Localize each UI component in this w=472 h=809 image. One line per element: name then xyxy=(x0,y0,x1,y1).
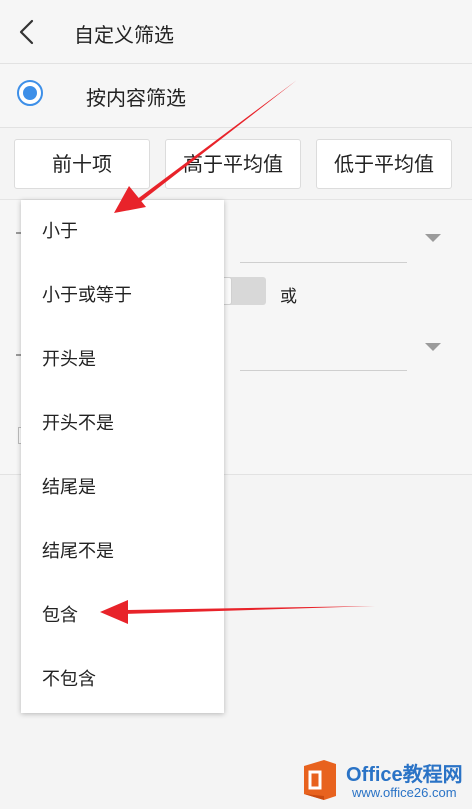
option-begins-with[interactable]: 开头是 xyxy=(21,328,224,392)
back-icon[interactable] xyxy=(14,18,42,46)
option-less-or-equal[interactable]: 小于或等于 xyxy=(21,264,224,328)
or-label: 或 xyxy=(280,287,297,307)
office-logo-icon xyxy=(304,760,336,800)
top-ten-button[interactable]: 前十项 xyxy=(14,139,150,189)
below-average-button[interactable]: 低于平均值 xyxy=(316,139,452,189)
option-not-begins-with[interactable]: 开头不是 xyxy=(21,392,224,456)
top-bar xyxy=(0,0,472,64)
filter-mode-row[interactable] xyxy=(0,64,472,128)
option-contains[interactable]: 包含 xyxy=(21,584,224,648)
watermark: Office教程网 www.office26.com xyxy=(300,756,466,804)
content-filter-label: 按内容筛选 xyxy=(86,86,186,110)
condition-dropdown: 小于 小于或等于 开头是 开头不是 结尾是 结尾不是 包含 不包含 xyxy=(21,200,224,713)
above-average-button[interactable]: 高于平均值 xyxy=(165,139,301,189)
option-not-contains[interactable]: 不包含 xyxy=(21,648,224,712)
option-ends-with[interactable]: 结尾是 xyxy=(21,456,224,520)
content-filter-radio[interactable] xyxy=(17,80,43,106)
option-not-ends-with[interactable]: 结尾不是 xyxy=(21,520,224,584)
page-title: 自定义筛选 xyxy=(74,23,174,47)
option-less-than[interactable]: 小于 xyxy=(21,200,224,264)
dropdown-caret-icon[interactable] xyxy=(425,234,441,242)
watermark-site: www.office26.com xyxy=(352,785,457,800)
value-field-1[interactable] xyxy=(240,262,407,263)
dropdown-caret-icon[interactable] xyxy=(425,343,441,351)
value-field-2[interactable] xyxy=(240,370,407,371)
watermark-brand: Office教程网 xyxy=(346,764,463,786)
